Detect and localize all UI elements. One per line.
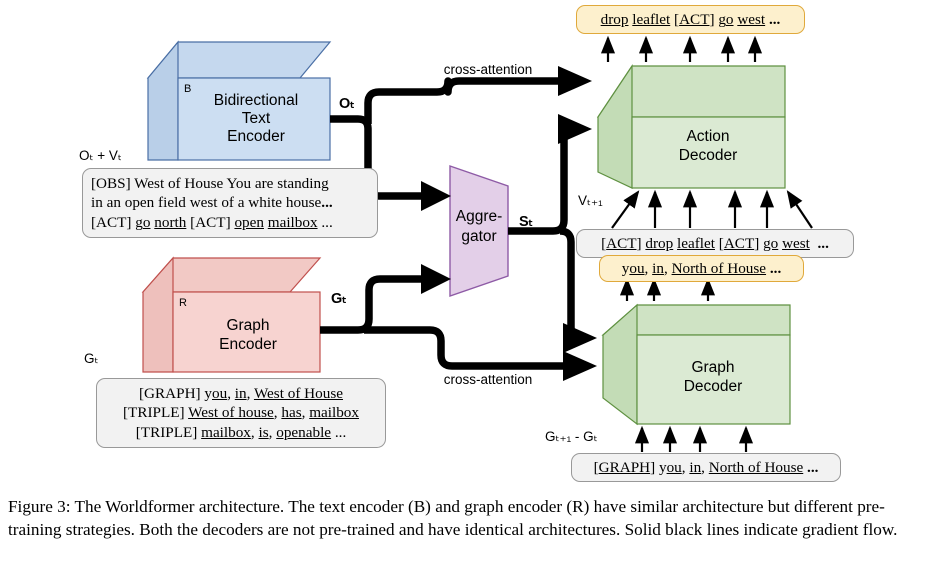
figure-caption: Figure 3: The Worldformer architecture. … [8, 497, 898, 539]
arrowhead-to-aggregator-bottom [421, 264, 451, 294]
graph-encoder-node: R Graph Encoder [141, 256, 322, 373]
sequence-line: drop leaflet [ACT] go west ... [600, 10, 781, 28]
action-decoder-input-label: Vₜ₊₁ [578, 193, 603, 208]
graph-decoder-output-token-arrows [619, 277, 716, 301]
figure-worldformer-architecture: B Bidirectional Text Encoder Oₜ + Vₜ R G… [0, 0, 935, 494]
sequence-line: [GRAPH] you, in, West of House [139, 385, 343, 402]
text-encoder-corner-tag: B [184, 83, 191, 95]
text-encoder-input-label: Oₜ + Vₜ [79, 148, 122, 163]
text-encoder-title-line-2: Text [242, 110, 271, 127]
graph-encoder-corner-tag: R [179, 297, 187, 309]
graph-encoder-side-face [142, 256, 174, 373]
aggregator-output-label: Sₜ [519, 214, 533, 230]
aggregator-title-line-2: gator [461, 228, 496, 245]
graph-decoder-output-sequence: you, in, North of House ... [599, 255, 804, 282]
graph-encoder-title-line-1: Graph [226, 317, 269, 334]
text-encoder-title-line-1: Bidirectional [214, 92, 298, 109]
arrowhead-cross-attn-bottom [563, 351, 597, 381]
graph-encoder-input-label: Gₜ [84, 351, 99, 366]
action-decoder-input-sequence: [ACT] drop leaflet [ACT] go west ... [576, 229, 854, 258]
arrowhead-to-aggregator-top [421, 181, 451, 211]
sequence-line: [ACT] drop leaflet [ACT] go west ... [601, 234, 829, 252]
arrowhead-cross-attn-top [558, 66, 592, 96]
graph-encoder-title-line-2: Encoder [219, 336, 277, 353]
text-encoder-side-face [147, 40, 179, 161]
sequence-line: [TRIPLE] West of house, has, mailbox [123, 404, 359, 422]
sequence-line: in an open field west of a white house..… [91, 194, 333, 212]
graph-decoder-input-token-arrows [634, 425, 754, 452]
graph-encoder-input-sequence: [GRAPH] you, in, West of House [TRIPLE] … [96, 378, 386, 449]
sequence-line: [TRIPLE] mailbox, is, openable ... [135, 423, 347, 441]
text-encoder-output-label: Oₜ [339, 96, 355, 112]
action-decoder-output-sequence: drop leaflet [ACT] go west ... [576, 5, 805, 34]
text-encoder-input-sequence: [OBS] West of House You are standing in … [82, 168, 378, 239]
flow-cross-attention-bottom [364, 326, 565, 370]
sequence-line: [GRAPH] you, in, North of House ... [593, 458, 819, 476]
action-decoder-node: Action Decoder [596, 64, 786, 189]
flow-arrowheads [421, 66, 597, 381]
graph-decoder-node: Graph Decoder [601, 303, 791, 426]
cross-attention-label-top: cross-attention [444, 62, 533, 77]
action-decoder-input-token-arrows [611, 189, 813, 229]
graph-decoder-input-label: Gₜ₊₁ - Gₜ [545, 429, 598, 444]
graph-encoder-output-label: Gₜ [331, 291, 347, 307]
arrowhead-state-to-action-decoder [558, 114, 592, 144]
aggregator-node: Aggre- gator [449, 165, 509, 297]
graph-decoder-input-sequence: [GRAPH] you, in, North of House ... [571, 453, 841, 482]
action-decoder-output-token-arrows [600, 35, 763, 62]
action-decoder-title-line-1: Action [686, 128, 729, 145]
text-encoder-node: B Bidirectional Text Encoder [146, 40, 332, 161]
graph-decoder-side-face [602, 303, 638, 426]
action-decoder-title-line-2: Decoder [679, 147, 738, 164]
aggregator-title-line-1: Aggre- [456, 208, 503, 225]
sequence-line: [OBS] West of House You are standing [91, 175, 329, 192]
sequence-line: you, in, North of House ... [621, 259, 782, 277]
sequence-line: [ACT] go north [ACT] open mailbox ... [91, 213, 333, 231]
action-decoder-side-face [597, 64, 633, 189]
cross-attention-label-bottom: cross-attention [444, 372, 533, 387]
arrowhead-state-to-graph-decoder [563, 323, 597, 353]
text-encoder-title-line-3: Encoder [227, 128, 285, 145]
graph-decoder-title-line-2: Decoder [684, 378, 743, 395]
graph-decoder-title-line-1: Graph [691, 359, 734, 376]
flow-cross-attention-top [364, 77, 560, 124]
